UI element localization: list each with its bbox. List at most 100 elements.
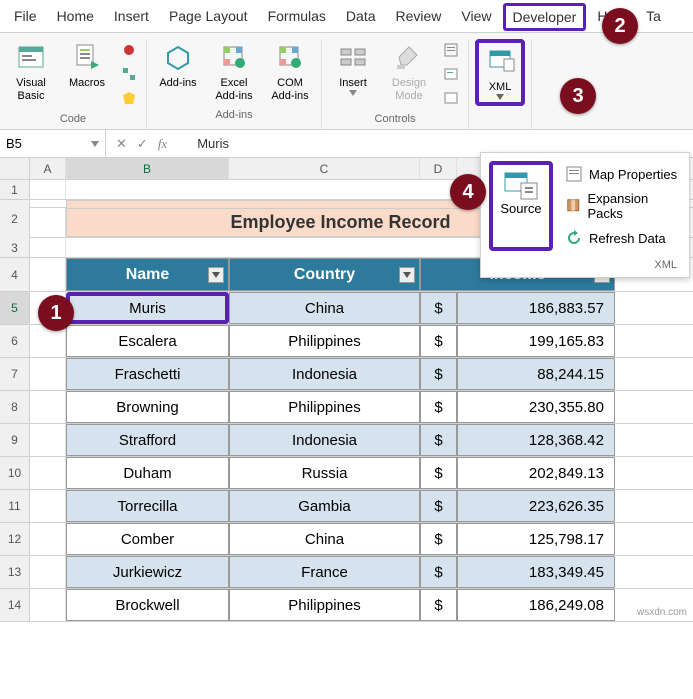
excel-addins-button[interactable]: Excel Add-ins — [209, 39, 259, 105]
cell-currency[interactable]: $ — [420, 589, 457, 621]
macro-security-button[interactable] — [118, 87, 140, 109]
cell-income[interactable]: 202,849.13 — [457, 457, 615, 489]
row-header[interactable]: 11 — [0, 490, 30, 522]
cell-country[interactable]: Gambia — [229, 490, 420, 522]
addins-button[interactable]: Add-ins — [153, 39, 203, 92]
cell-country[interactable]: Indonesia — [229, 424, 420, 456]
cell-name[interactable]: Strafford — [66, 424, 229, 456]
cell-currency[interactable]: $ — [420, 424, 457, 456]
cell-name[interactable]: Comber — [66, 523, 229, 555]
tab-page-layout[interactable]: Page Layout — [159, 2, 258, 32]
cell-name[interactable]: Jurkiewicz — [66, 556, 229, 588]
cell-currency[interactable]: $ — [420, 325, 457, 357]
filter-button[interactable] — [208, 267, 224, 283]
row-header[interactable]: 6 — [0, 325, 30, 357]
tab-developer[interactable]: Developer — [503, 3, 587, 31]
row-header[interactable]: 5 — [0, 292, 30, 324]
cell-country[interactable]: France — [229, 556, 420, 588]
row-header[interactable]: 2 — [0, 200, 30, 238]
cell-name[interactable]: Muris — [66, 292, 229, 324]
cell-currency[interactable]: $ — [420, 457, 457, 489]
cell-income[interactable]: 186,249.08 — [457, 589, 615, 621]
xml-source-button[interactable]: Source — [489, 161, 553, 251]
row-header[interactable]: 8 — [0, 391, 30, 423]
xml-refresh-data[interactable]: Refresh Data — [563, 225, 681, 251]
cell-country[interactable]: China — [229, 523, 420, 555]
run-dialog-button[interactable] — [440, 87, 462, 109]
cell-currency[interactable]: $ — [420, 490, 457, 522]
cell-name[interactable]: Escalera — [66, 325, 229, 357]
row-header[interactable]: 4 — [0, 258, 30, 291]
cell-currency[interactable]: $ — [420, 358, 457, 390]
group-code: Visual Basic Macros Code — [0, 39, 147, 129]
row-header[interactable]: 9 — [0, 424, 30, 456]
com-addins-button[interactable]: COM Add-ins — [265, 39, 315, 105]
cell-currency[interactable]: $ — [420, 523, 457, 555]
cell-country[interactable]: Philippines — [229, 391, 420, 423]
row-header[interactable]: 14 — [0, 589, 30, 621]
tab-file[interactable]: File — [4, 2, 47, 32]
cell-income[interactable]: 223,626.35 — [457, 490, 615, 522]
group-addins: Add-ins Excel Add-ins COM Add-ins Add-in… — [147, 39, 322, 129]
row-header[interactable]: 13 — [0, 556, 30, 588]
cell-income[interactable]: 183,349.45 — [457, 556, 615, 588]
cell-name[interactable]: Brockwell — [66, 589, 229, 621]
accept-icon[interactable]: ✓ — [137, 136, 148, 152]
col-header-d[interactable]: D — [420, 158, 457, 179]
xml-expansion-packs[interactable]: Expansion Packs — [563, 187, 681, 225]
row-header[interactable]: 10 — [0, 457, 30, 489]
cell-income[interactable]: 88,244.15 — [457, 358, 615, 390]
cell-name[interactable]: Fraschetti — [66, 358, 229, 390]
cell-name[interactable]: Browning — [66, 391, 229, 423]
use-relative-button[interactable] — [118, 63, 140, 85]
col-header-c[interactable]: C — [229, 158, 420, 179]
cell-country[interactable]: Philippines — [229, 589, 420, 621]
visual-basic-button[interactable]: Visual Basic — [6, 39, 56, 105]
tab-home[interactable]: Home — [47, 2, 104, 32]
cell-country[interactable]: China — [229, 292, 420, 324]
properties-button[interactable] — [440, 39, 462, 61]
row-header[interactable]: 7 — [0, 358, 30, 390]
tab-review[interactable]: Review — [386, 2, 452, 32]
cancel-icon[interactable]: ✕ — [116, 136, 127, 152]
cell-country[interactable]: Indonesia — [229, 358, 420, 390]
chevron-down-icon[interactable] — [91, 141, 99, 147]
name-box[interactable] — [0, 130, 106, 157]
col-header-b[interactable]: B — [66, 158, 229, 179]
row-header[interactable]: 1 — [0, 180, 30, 199]
cell-name[interactable]: Torrecilla — [66, 490, 229, 522]
cell-currency[interactable]: $ — [420, 556, 457, 588]
select-all-corner[interactable] — [0, 158, 30, 179]
tab-view[interactable]: View — [451, 2, 501, 32]
record-macro-button[interactable] — [118, 39, 140, 61]
col-header-a[interactable]: A — [30, 158, 66, 179]
cell-income[interactable]: 186,883.57 — [457, 292, 615, 324]
macros-button[interactable]: Macros — [62, 39, 112, 92]
filter-button[interactable] — [399, 267, 415, 283]
xml-panel-label: XML — [481, 253, 689, 271]
cell-currency[interactable]: $ — [420, 391, 457, 423]
com-addins-label: COM Add-ins — [267, 77, 313, 103]
fx-icon[interactable]: fx — [158, 136, 167, 152]
cell-income[interactable]: 199,165.83 — [457, 325, 615, 357]
tab-formulas[interactable]: Formulas — [258, 2, 336, 32]
row-header[interactable]: 3 — [0, 238, 30, 257]
cell-country[interactable]: Philippines — [229, 325, 420, 357]
cell-currency[interactable]: $ — [420, 292, 457, 324]
cell-country[interactable]: Russia — [229, 457, 420, 489]
row-header[interactable]: 12 — [0, 523, 30, 555]
xml-map-properties[interactable]: Map Properties — [563, 161, 681, 187]
tab-data[interactable]: Data — [336, 2, 386, 32]
cell-income[interactable]: 230,355.80 — [457, 391, 615, 423]
name-box-input[interactable] — [6, 136, 76, 151]
cell-income[interactable]: 128,368.42 — [457, 424, 615, 456]
cell-name[interactable]: Duham — [66, 457, 229, 489]
formula-value[interactable]: Muris — [197, 136, 229, 151]
tab-insert[interactable]: Insert — [104, 2, 159, 32]
design-mode-button[interactable]: Design Mode — [384, 39, 434, 105]
insert-control-button[interactable]: Insert — [328, 39, 378, 98]
tab-overflow[interactable]: Ta — [636, 2, 671, 32]
cell-income[interactable]: 125,798.17 — [457, 523, 615, 555]
view-code-button[interactable] — [440, 63, 462, 85]
xml-button[interactable]: XML — [475, 39, 525, 106]
